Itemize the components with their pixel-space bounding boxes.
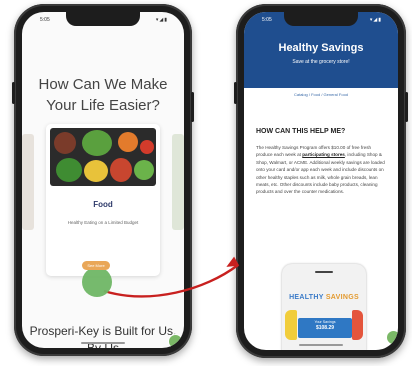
home-indicator[interactable] [81, 342, 125, 344]
section-heading: Prosperi-Key is Built for Us, By Us [29, 324, 177, 348]
left-screen: 5:05 ▾◢▮ How Can We Make Your Life Easie… [22, 12, 184, 348]
card-peek-left[interactable] [22, 134, 34, 230]
left-phone: 5:05 ▾◢▮ How Can We Make Your Life Easie… [12, 4, 194, 356]
apple-image [352, 310, 363, 340]
page-title: How Can We Make Your Life Easier? [38, 76, 168, 114]
home-indicator[interactable] [299, 344, 343, 346]
category-carousel[interactable]: Food Healthy Eating on a Limited Budget [22, 124, 184, 282]
notch [66, 12, 140, 26]
participating-stores-link[interactable]: participating stores [302, 152, 345, 157]
volume-button [12, 82, 15, 104]
savings-card: Your Savings $108.29 [298, 318, 352, 338]
page-title: Healthy Savings [278, 42, 364, 54]
food-image [50, 128, 156, 186]
savings-amount: $108.29 [315, 325, 335, 331]
card-peek-right[interactable] [172, 134, 184, 230]
section-heading: HOW CAN THIS HELP ME? [256, 128, 346, 135]
volume-button [234, 82, 237, 104]
status-time: 5:05 [40, 17, 50, 23]
card-description: Healthy Eating on a Limited Budget [67, 220, 139, 225]
see-more-button[interactable]: See More [82, 261, 110, 270]
app-logo: HEALTHY SAVINGS [289, 294, 359, 301]
food-card[interactable]: Food Healthy Eating on a Limited Budget [46, 124, 160, 276]
speaker-grille [315, 271, 333, 273]
page-subtitle: Save at the grocery store! [292, 59, 350, 65]
right-phone: 5:05 ▾◢▮ Healthy Savings Save at the gro… [234, 4, 408, 358]
app-preview-image: HEALTHY SAVINGS Your Savings $108.29 [282, 264, 366, 350]
banana-image [285, 310, 297, 340]
tap-indicator [82, 267, 112, 297]
power-button [191, 92, 194, 122]
status-time: 5:05 [262, 17, 272, 23]
card-label: Food [93, 200, 113, 209]
status-icons: ▾◢▮ [369, 17, 382, 23]
chat-icon[interactable] [168, 334, 183, 348]
chat-icon[interactable] [386, 330, 398, 345]
breadcrumb[interactable]: Catalog / Food / General Food [244, 92, 398, 97]
paragraph-rest: , including Shop & Shop, Walmart, or ACM… [256, 152, 385, 195]
notch [284, 12, 358, 26]
status-icons: ▾◢▮ [155, 17, 168, 23]
power-button [405, 92, 408, 122]
description-paragraph: The Healthy Savings Program offers $10.0… [256, 144, 388, 196]
right-screen: 5:05 ▾◢▮ Healthy Savings Save at the gro… [244, 12, 398, 350]
savings-card-label: Your Savings [314, 320, 336, 324]
